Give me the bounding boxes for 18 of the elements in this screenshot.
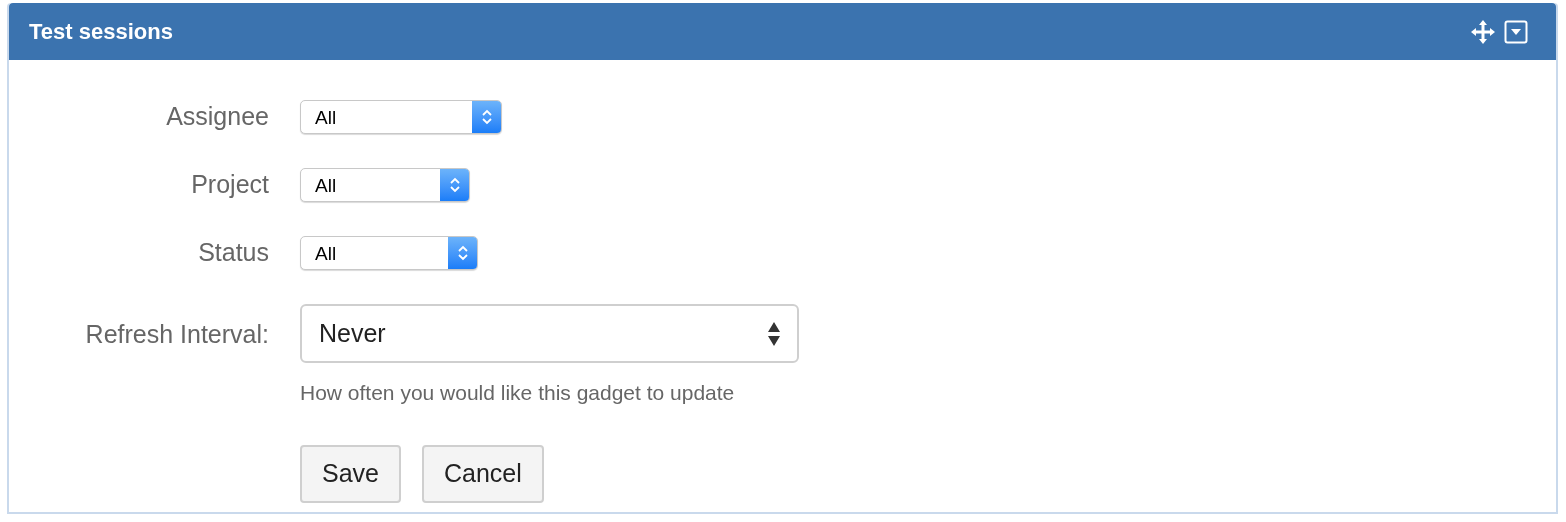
dropdown[interactable]: Never (300, 304, 799, 363)
chevron-up-down-icon (480, 107, 493, 127)
field-label: Refresh Interval: (84, 319, 269, 350)
dropdown[interactable]: All (300, 168, 470, 202)
panel-title: Test sessions (29, 18, 174, 46)
move-icon[interactable] (1470, 18, 1496, 45)
sort-arrows-icon (768, 320, 780, 347)
dropdown[interactable]: All (300, 100, 502, 134)
field-label: Status (197, 237, 269, 269)
dropdown[interactable]: All (300, 236, 478, 270)
chevron-up-down-icon (456, 243, 469, 263)
dropdown-menu-icon[interactable] (1504, 19, 1528, 44)
save-button[interactable]: Save (300, 444, 401, 503)
help-text: How often you would like this gadget to update (300, 380, 736, 406)
cancel-button[interactable]: Cancel (422, 444, 544, 503)
field-label: Project (190, 169, 269, 201)
field-label: Assignee (165, 101, 269, 133)
chevron-up-down-icon (448, 175, 461, 195)
